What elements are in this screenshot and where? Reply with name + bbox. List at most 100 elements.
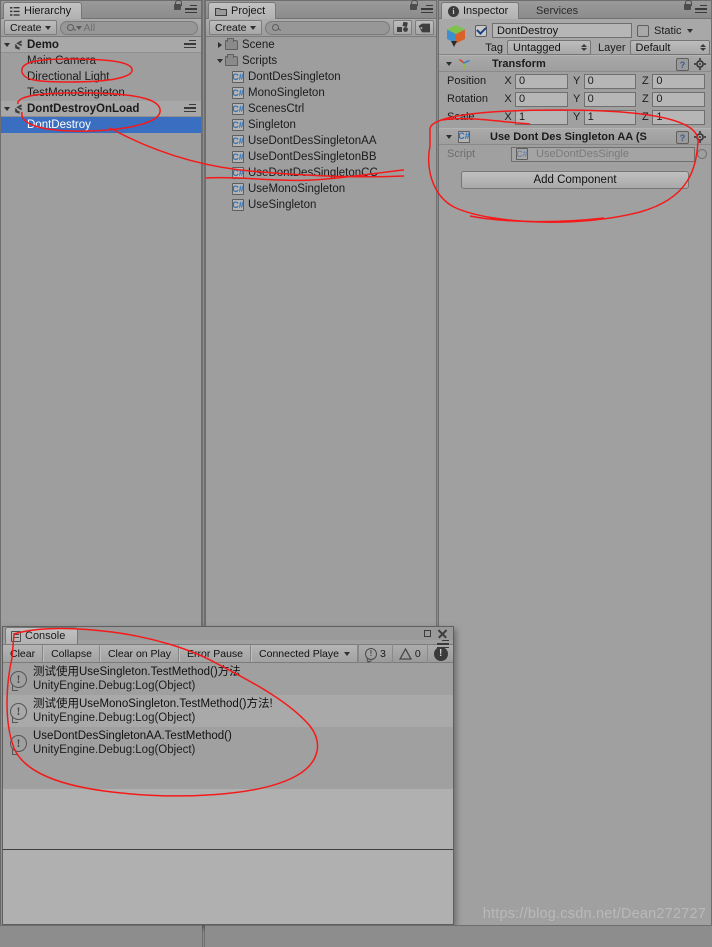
hierarchy-item[interactable]: Demo [1, 37, 201, 53]
hierarchy-create-button[interactable]: Create [4, 20, 57, 35]
help-icon[interactable]: ? [676, 58, 689, 71]
log-count-badge[interactable]: ! 3 [358, 644, 392, 663]
scene-context-menu-icon[interactable] [184, 104, 196, 113]
object-active-checkbox[interactable] [475, 24, 487, 37]
project-item[interactable]: C# UseSingleton [206, 197, 437, 213]
script-object-picker-icon[interactable] [697, 149, 707, 159]
console-log-entry[interactable]: ! 测试使用UseMonoSingleton.TestMethod()方法! Uni… [3, 695, 453, 727]
console-button-connected-playe[interactable]: Connected Playe [251, 645, 358, 662]
project-item[interactable]: C# ScenesCtrl [206, 101, 437, 117]
transform-rotation-y-input[interactable]: 0 [583, 91, 637, 107]
layer-dropdown[interactable]: Default [629, 40, 710, 55]
hierarchy-options-icon[interactable] [185, 5, 197, 14]
project-toolbar: Create [206, 19, 437, 37]
project-item[interactable]: C# Singleton [206, 117, 437, 133]
transform-scale-x-input[interactable]: 1 [515, 109, 568, 125]
hierarchy-item-label: DontDestroy [27, 119, 91, 131]
search-by-label-icon[interactable] [415, 20, 434, 35]
transform-scale-z-input[interactable]: 1 [652, 109, 706, 125]
warning-count-badge[interactable]: 0 [391, 644, 427, 663]
add-component-button[interactable]: Add Component [461, 171, 689, 189]
search-by-type-icon[interactable] [393, 20, 412, 35]
foldout-expanded-icon[interactable] [214, 59, 225, 63]
foldout-expanded-icon[interactable] [1, 42, 12, 47]
transform-foldout-icon[interactable] [443, 61, 454, 66]
project-item[interactable]: C# MonoSingleton [206, 85, 437, 101]
project-tree: Scene Scripts C# DontDesSingleton C# MonoSing… [206, 37, 437, 213]
project-item[interactable]: C# UseMonoSingleton [206, 181, 437, 197]
console-toolbar: Clear Collapse Clear on Play Error Pause Con… [3, 644, 453, 663]
object-name-field[interactable]: DontDestroy [492, 23, 632, 38]
static-dropdown-chevron-icon[interactable] [686, 28, 693, 33]
project-options-icon[interactable] [421, 5, 433, 14]
hierarchy-item-selected[interactable]: DontDestroy [1, 117, 201, 133]
script-icon: C# [232, 199, 244, 211]
scene-context-menu-icon[interactable] [184, 40, 196, 49]
project-item[interactable]: C# DontDesSingleton [206, 69, 437, 85]
folder-icon [225, 54, 238, 66]
console-log-entry[interactable]: ! UseDontDesSingletonAA.TestMethod() Unity… [3, 727, 453, 759]
axis-label-x: X [504, 111, 512, 123]
folder-icon [225, 38, 238, 50]
script-object-field[interactable]: C# UseDontDesSingle [511, 146, 695, 162]
search-icon [66, 24, 74, 31]
tab-inspector[interactable]: i Inspector [441, 2, 520, 19]
project-item[interactable]: Scripts [206, 53, 437, 69]
script-foldout-icon[interactable] [443, 134, 454, 139]
transform-rotation-z-input[interactable]: 0 [652, 91, 706, 107]
lock-icon[interactable] [684, 0, 692, 10]
project-item[interactable]: Scene [206, 37, 437, 53]
console-options-icon[interactable] [437, 640, 449, 649]
console-button-clear-on-play[interactable]: Clear on Play [99, 645, 179, 662]
close-icon[interactable] [437, 628, 448, 639]
console-detail-pane[interactable] [3, 849, 453, 924]
console-button-label: Connected Playe [259, 647, 339, 660]
hierarchy-item[interactable]: Directional Light [1, 69, 201, 85]
hierarchy-item[interactable]: DontDestroyOnLoad [1, 101, 201, 117]
static-checkbox[interactable] [637, 24, 649, 37]
transform-scale-y-input[interactable]: 1 [583, 109, 637, 125]
status-strip-middle [205, 925, 438, 947]
maximize-icon[interactable] [424, 630, 431, 637]
foldout-collapsed-icon[interactable] [214, 42, 225, 48]
transform-position-z-input[interactable]: 0 [652, 73, 706, 89]
hierarchy-item[interactable]: TestMonoSingleton [1, 85, 201, 101]
hierarchy-search-input[interactable]: All [59, 20, 198, 35]
inspector-tab-label: Inspector [463, 5, 509, 17]
console-button-error-pause[interactable]: Error Pause [178, 645, 252, 662]
project-item[interactable]: C# UseDontDesSingletonBB [206, 149, 437, 165]
warning-count: 0 [414, 647, 421, 660]
console-window: Console Clear Collapse Clear on Play Error … [2, 626, 454, 925]
project-search-input[interactable] [264, 20, 390, 35]
lock-icon[interactable] [410, 0, 418, 10]
help-icon[interactable]: ? [676, 131, 689, 144]
console-button-collapse[interactable]: Collapse [43, 645, 100, 662]
tab-services[interactable]: Services [529, 2, 589, 19]
tab-hierarchy[interactable]: Hierarchy [3, 2, 83, 19]
console-button-clear[interactable]: Clear [3, 645, 44, 662]
transform-position-x-input[interactable]: 0 [515, 73, 568, 89]
transform-position-y-input[interactable]: 0 [583, 73, 637, 89]
script-component-header[interactable]: C# Use Dont Des Singleton AA (S ? [439, 128, 711, 145]
foldout-expanded-icon[interactable] [1, 106, 12, 111]
project-item[interactable]: C# UseDontDesSingletonCC [206, 165, 437, 181]
console-tab-label: Console [25, 630, 66, 642]
transform-rotation-x-input[interactable]: 0 [515, 91, 568, 107]
inspector-tabbar: i Inspector Services [439, 0, 711, 19]
project-create-button[interactable]: Create [209, 20, 262, 35]
transform-component-header[interactable]: Transform ? [439, 55, 711, 72]
gear-icon[interactable] [694, 131, 706, 143]
hierarchy-item[interactable]: Main Camera [1, 53, 201, 69]
tab-project[interactable]: Project [208, 2, 277, 19]
lock-icon[interactable] [174, 0, 182, 10]
project-item[interactable]: C# UseDontDesSingletonAA [206, 133, 437, 149]
project-item-label: DontDesSingleton [248, 71, 341, 83]
inspector-options-icon[interactable] [695, 5, 707, 14]
console-log-entry[interactable]: ! 测试使用UseSingleton.TestMethod()方法 UnityEng… [3, 663, 453, 695]
script-icon: C# [232, 71, 244, 83]
script-asset-icon: C# [516, 148, 528, 160]
tab-console[interactable]: Console [5, 627, 79, 644]
tag-dropdown[interactable]: Untagged [507, 40, 591, 55]
console-window-titlebar[interactable]: Console [3, 627, 453, 649]
gear-icon[interactable] [694, 58, 706, 70]
